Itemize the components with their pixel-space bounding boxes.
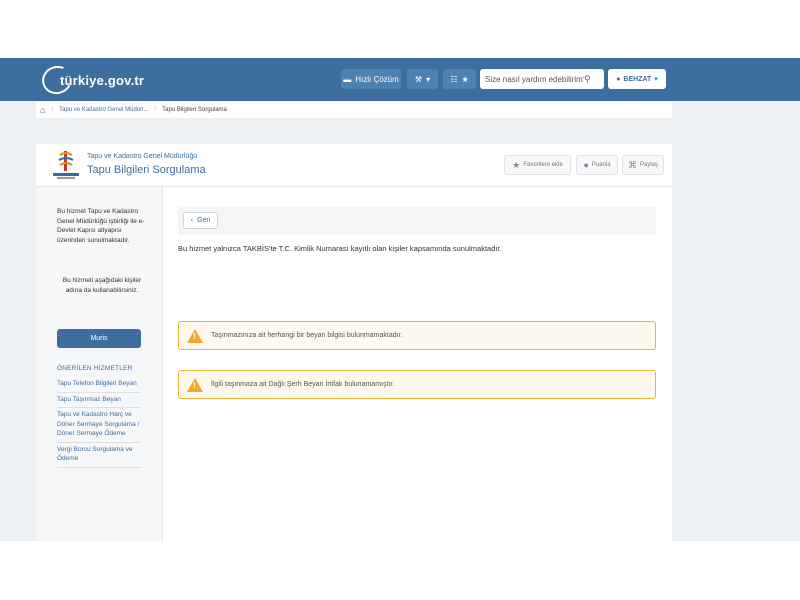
agency-logo-icon [53, 151, 79, 179]
comment-icon: ● [583, 160, 589, 170]
recommended-item[interactable]: Tapu ve Kadastro Harç ve Döner Sermaye S… [57, 408, 141, 443]
top-header: türkiye.gov.tr ▬ Hızlı Çözüm ⚒ ▾ ☷ ★ ⚲ ●… [0, 58, 800, 101]
sidebar: Bu hizmet Tapu ve Kadastro Genel Müdürlü… [36, 187, 163, 541]
share-button[interactable]: ⌘ Paylaş [622, 155, 664, 175]
breadcrumb-item-agency[interactable]: Tapu ve Kadastro Genel Müdürl... [59, 107, 148, 113]
main-content: ‹ Geri Bu hizmet yalnızca TAKBİS'te T.C.… [163, 187, 672, 541]
service-body: Bu hizmet Tapu ve Kadastro Genel Müdürlü… [36, 187, 672, 541]
add-favorite-button[interactable]: ★ Favorilere ekle [504, 155, 571, 175]
add-favorite-label: Favorilere ekle [523, 162, 563, 168]
hizli-cozum-label: Hızlı Çözüm [355, 74, 399, 84]
warning-icon: ! [187, 328, 203, 343]
caret-down-icon: ▾ [426, 74, 431, 84]
rate-label: Puanla [591, 162, 611, 168]
service-provider-note: Bu hizmet Tapu ve Kadastro Genel Müdürlü… [57, 208, 145, 244]
info-text: Bu hizmet yalnızca TAKBİS'te T.C. Kimlik… [178, 244, 502, 253]
recommended-item[interactable]: Tapu Telefon Bilgileri Beyan [57, 377, 141, 393]
breadcrumb-item-current: Tapu Bilgileri Sorgulama [162, 106, 227, 113]
back-label: Geri [197, 217, 211, 224]
warning-message: İlgili taşınmaza ait Dağlı Şerh Beyan İr… [211, 381, 395, 388]
breadcrumb: ⌂ / Tapu ve Kadastro Genel Müdürl... / T… [36, 101, 672, 118]
usage-note: Bu hizmeti aşağıdaki kişiler adına da ku… [62, 277, 142, 294]
recommended-item[interactable]: Tapu Taşınmaz Beyan [57, 393, 141, 408]
search-icon[interactable]: ⚲ [584, 74, 591, 85]
logo-text: türkiye.gov.tr [60, 72, 145, 88]
wrench-icon: ⚒ [414, 74, 423, 84]
breadcrumb-separator: / [51, 106, 54, 113]
star-icon: ★ [512, 159, 521, 170]
search-box: ⚲ [480, 69, 604, 89]
rate-button[interactable]: ● Puanla [576, 155, 618, 175]
translate-icon: ☷ [450, 74, 458, 84]
search-input[interactable] [480, 70, 584, 88]
browser-viewport: türkiye.gov.tr ▬ Hızlı Çözüm ⚒ ▾ ☷ ★ ⚲ ●… [0, 58, 800, 541]
recommended-list: Tapu Telefon Bilgileri Beyan Tapu Taşınm… [57, 377, 141, 468]
caret-down-icon: ▾ [654, 76, 658, 83]
share-label: Paylaş [639, 162, 658, 168]
warning-icon: ! [187, 377, 203, 392]
warning-message: Taşınmazınıza ait herhangi bir beyan bil… [211, 332, 403, 339]
breadcrumb-separator: / [154, 106, 157, 113]
service-header: Tapu ve Kadastro Genel Müdürlüğü Tapu Bi… [36, 144, 672, 187]
hizli-cozum-button[interactable]: ▬ Hızlı Çözüm [341, 69, 401, 89]
home-icon[interactable]: ⌂ [40, 105, 45, 115]
share-icon: ⌘ [627, 159, 637, 170]
accessibility-favorites-button[interactable]: ☷ ★ [443, 69, 476, 89]
content-toolbar: ‹ Geri [178, 207, 656, 235]
user-menu-button[interactable]: ● BEHZAT ▾ [608, 69, 666, 89]
user-icon: ● [616, 75, 621, 83]
recommended-title: ÖNERİLEN HİZMETLER [57, 365, 133, 372]
muris-button[interactable]: Muris [57, 329, 141, 348]
chat-icon: ▬ [343, 74, 352, 84]
back-button[interactable]: ‹ Geri [183, 212, 218, 229]
page-title: Tapu Bilgileri Sorgulama [87, 164, 206, 176]
warning-alert: ! İlgili taşınmaza ait Dağlı Şerh Beyan … [178, 370, 656, 399]
star-icon: ★ [461, 74, 469, 84]
agency-name[interactable]: Tapu ve Kadastro Genel Müdürlüğü [87, 153, 197, 160]
tools-dropdown-button[interactable]: ⚒ ▾ [407, 69, 438, 89]
recommended-item[interactable]: Vergi Borcu Sorgulama ve Ödeme [57, 443, 141, 468]
user-name: BEHZAT [623, 75, 652, 83]
chevron-left-icon: ‹ [190, 217, 194, 224]
warning-alert: ! Taşınmazınıza ait herhangi bir beyan b… [178, 321, 656, 350]
turkiye-gov-logo[interactable]: türkiye.gov.tr [38, 61, 144, 99]
